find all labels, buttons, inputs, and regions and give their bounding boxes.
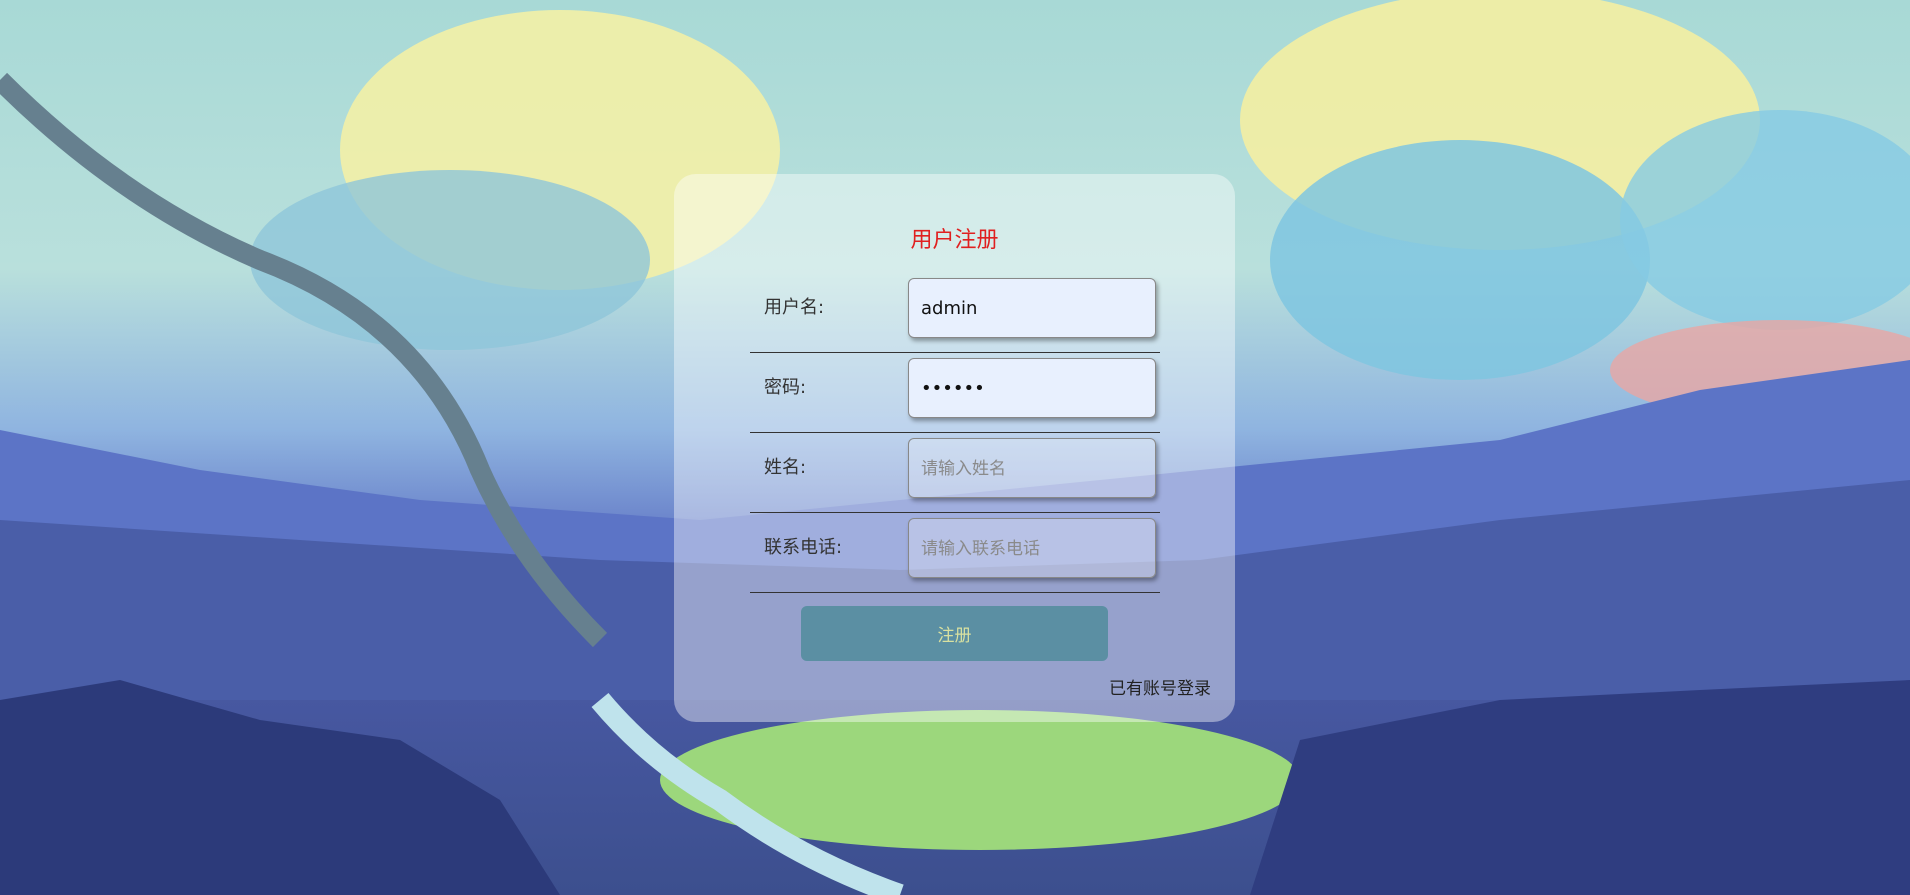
phone-label: 联系电话: bbox=[764, 537, 843, 558]
phone-row: 联系电话: bbox=[750, 512, 1160, 593]
register-card: 用户注册 用户名: 密码: 姓名: 联系电话: 注册 已有账号登录 bbox=[674, 174, 1235, 722]
register-button[interactable]: 注册 bbox=[801, 606, 1108, 661]
name-label: 姓名: bbox=[764, 457, 807, 478]
username-label: 用户名: bbox=[764, 297, 825, 318]
password-label: 密码: bbox=[764, 377, 807, 398]
username-row: 用户名: bbox=[750, 272, 1160, 353]
name-input[interactable] bbox=[908, 438, 1156, 498]
form-title: 用户注册 bbox=[910, 228, 999, 253]
username-input[interactable] bbox=[908, 278, 1156, 338]
phone-input[interactable] bbox=[908, 518, 1156, 578]
name-row: 姓名: bbox=[750, 432, 1160, 513]
login-link[interactable]: 已有账号登录 bbox=[1109, 674, 1211, 699]
password-input[interactable] bbox=[908, 358, 1156, 418]
password-row: 密码: bbox=[750, 352, 1160, 433]
